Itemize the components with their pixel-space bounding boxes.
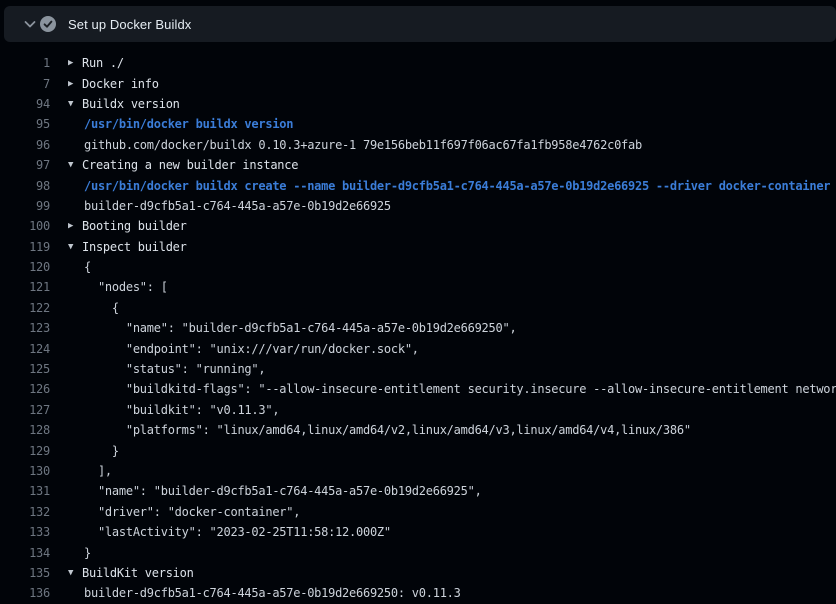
- line-number[interactable]: 126: [0, 382, 50, 396]
- log-line-text: builder-d9cfb5a1-c764-445a-a57e-0b19d2e6…: [68, 199, 391, 213]
- line-number[interactable]: 120: [0, 260, 50, 274]
- log-group-row[interactable]: 135 ▼ BuildKit version: [0, 563, 836, 583]
- log-line-row: 128 "platforms": "linux/amd64,linux/amd6…: [0, 420, 836, 440]
- log-line-text: "buildkitd-flags": "--allow-insecure-ent…: [68, 382, 836, 396]
- caret-icon: ▶: [68, 58, 82, 68]
- line-number[interactable]: 97: [0, 158, 50, 172]
- log-line-row: 126 "buildkitd-flags": "--allow-insecure…: [0, 379, 836, 399]
- log-group-row[interactable]: 100 ▶ Booting builder: [0, 216, 836, 236]
- line-number[interactable]: 99: [0, 199, 50, 213]
- step-title: Set up Docker Buildx: [68, 17, 191, 32]
- log-line-text: }: [68, 546, 91, 560]
- line-number[interactable]: 121: [0, 280, 50, 294]
- log-line-text: BuildKit version: [82, 566, 194, 580]
- log-line-text: "driver": "docker-container",: [68, 505, 300, 519]
- log-viewer: 1 ▶ Run ./ 7 ▶ Docker info 94 ▼ Buildx v…: [0, 42, 836, 604]
- log-line-text: Run ./: [82, 56, 124, 70]
- log-line-row: 99 builder-d9cfb5a1-c764-445a-a57e-0b19d…: [0, 196, 836, 216]
- line-number[interactable]: 130: [0, 464, 50, 478]
- log-line-text: {: [68, 260, 91, 274]
- log-line-row: 134 }: [0, 542, 836, 562]
- log-line-text: Booting builder: [82, 219, 187, 233]
- caret-icon: ▼: [68, 568, 82, 578]
- caret-icon: ▼: [68, 99, 82, 109]
- line-number[interactable]: 136: [0, 586, 50, 600]
- caret-icon: ▶: [68, 79, 82, 89]
- log-line-row: 133 "lastActivity": "2023-02-25T11:58:12…: [0, 522, 836, 542]
- line-number[interactable]: 133: [0, 525, 50, 539]
- log-line-text: Creating a new builder instance: [82, 158, 298, 172]
- line-number[interactable]: 131: [0, 484, 50, 498]
- log-line-text: github.com/docker/buildx 0.10.3+azure-1 …: [68, 138, 642, 152]
- log-group-row[interactable]: 97 ▼ Creating a new builder instance: [0, 155, 836, 175]
- line-number[interactable]: 124: [0, 342, 50, 356]
- log-line-text: builder-d9cfb5a1-c764-445a-a57e-0b19d2e6…: [68, 586, 461, 600]
- line-number[interactable]: 98: [0, 179, 50, 193]
- line-number[interactable]: 119: [0, 240, 50, 254]
- line-number[interactable]: 100: [0, 219, 50, 233]
- line-number[interactable]: 96: [0, 138, 50, 152]
- step-header[interactable]: Set up Docker Buildx: [4, 6, 836, 42]
- log-group-row[interactable]: 7 ▶ Docker info: [0, 73, 836, 93]
- log-line-text: {: [68, 301, 119, 315]
- line-number[interactable]: 135: [0, 566, 50, 580]
- log-group-row[interactable]: 119 ▼ Inspect builder: [0, 237, 836, 257]
- line-number[interactable]: 123: [0, 321, 50, 335]
- log-line-text: "status": "running",: [68, 362, 265, 376]
- log-line-row: 95 /usr/bin/docker buildx version: [0, 114, 836, 134]
- log-line-text: "buildkit": "v0.11.3",: [68, 403, 279, 417]
- log-line-row: 96 github.com/docker/buildx 0.10.3+azure…: [0, 135, 836, 155]
- log-line-row: 98 /usr/bin/docker buildx create --name …: [0, 175, 836, 195]
- log-line-row: 123 "name": "builder-d9cfb5a1-c764-445a-…: [0, 318, 836, 338]
- log-line-text: ],: [68, 464, 112, 478]
- chevron-down-icon[interactable]: [22, 16, 38, 32]
- caret-icon: ▼: [68, 160, 82, 170]
- log-line-row: 127 "buildkit": "v0.11.3",: [0, 400, 836, 420]
- log-line-row: 120 {: [0, 257, 836, 277]
- log-line-text: Buildx version: [82, 97, 180, 111]
- log-line-text: Inspect builder: [82, 240, 187, 254]
- line-number[interactable]: 7: [0, 77, 50, 91]
- log-line-text: "lastActivity": "2023-02-25T11:58:12.000…: [68, 525, 391, 539]
- line-number[interactable]: 95: [0, 117, 50, 131]
- log-line-text: }: [68, 444, 119, 458]
- log-group-row[interactable]: 94 ▼ Buildx version: [0, 94, 836, 114]
- line-number[interactable]: 134: [0, 546, 50, 560]
- line-number[interactable]: 132: [0, 505, 50, 519]
- log-line-text: /usr/bin/docker buildx version: [68, 117, 293, 131]
- line-number[interactable]: 128: [0, 423, 50, 437]
- log-line-text: "name": "builder-d9cfb5a1-c764-445a-a57e…: [68, 321, 516, 335]
- check-circle-icon: [40, 16, 56, 32]
- log-line-row: 131 "name": "builder-d9cfb5a1-c764-445a-…: [0, 481, 836, 501]
- log-line-row: 122 {: [0, 298, 836, 318]
- caret-icon: ▶: [68, 221, 82, 231]
- log-line-text: "name": "builder-d9cfb5a1-c764-445a-a57e…: [68, 484, 482, 498]
- log-line-row: 136 builder-d9cfb5a1-c764-445a-a57e-0b19…: [0, 583, 836, 603]
- line-number[interactable]: 125: [0, 362, 50, 376]
- line-number[interactable]: 94: [0, 97, 50, 111]
- log-line-row: 121 "nodes": [: [0, 277, 836, 297]
- log-line-text: "platforms": "linux/amd64,linux/amd64/v2…: [68, 423, 691, 437]
- log-line-text: Docker info: [82, 77, 159, 91]
- line-number[interactable]: 129: [0, 444, 50, 458]
- log-line-text: "endpoint": "unix:///var/run/docker.sock…: [68, 342, 419, 356]
- line-number[interactable]: 122: [0, 301, 50, 315]
- line-number[interactable]: 1: [0, 56, 50, 70]
- log-line-row: 129 }: [0, 440, 836, 460]
- line-number[interactable]: 127: [0, 403, 50, 417]
- caret-icon: ▼: [68, 242, 82, 252]
- log-line-text: /usr/bin/docker buildx create --name bui…: [68, 179, 830, 193]
- log-line-row: 130 ],: [0, 461, 836, 481]
- log-line-row: 124 "endpoint": "unix:///var/run/docker.…: [0, 338, 836, 358]
- log-line-row: 125 "status": "running",: [0, 359, 836, 379]
- log-group-row[interactable]: 1 ▶ Run ./: [0, 53, 836, 73]
- log-line-text: "nodes": [: [68, 280, 168, 294]
- log-line-row: 132 "driver": "docker-container",: [0, 502, 836, 522]
